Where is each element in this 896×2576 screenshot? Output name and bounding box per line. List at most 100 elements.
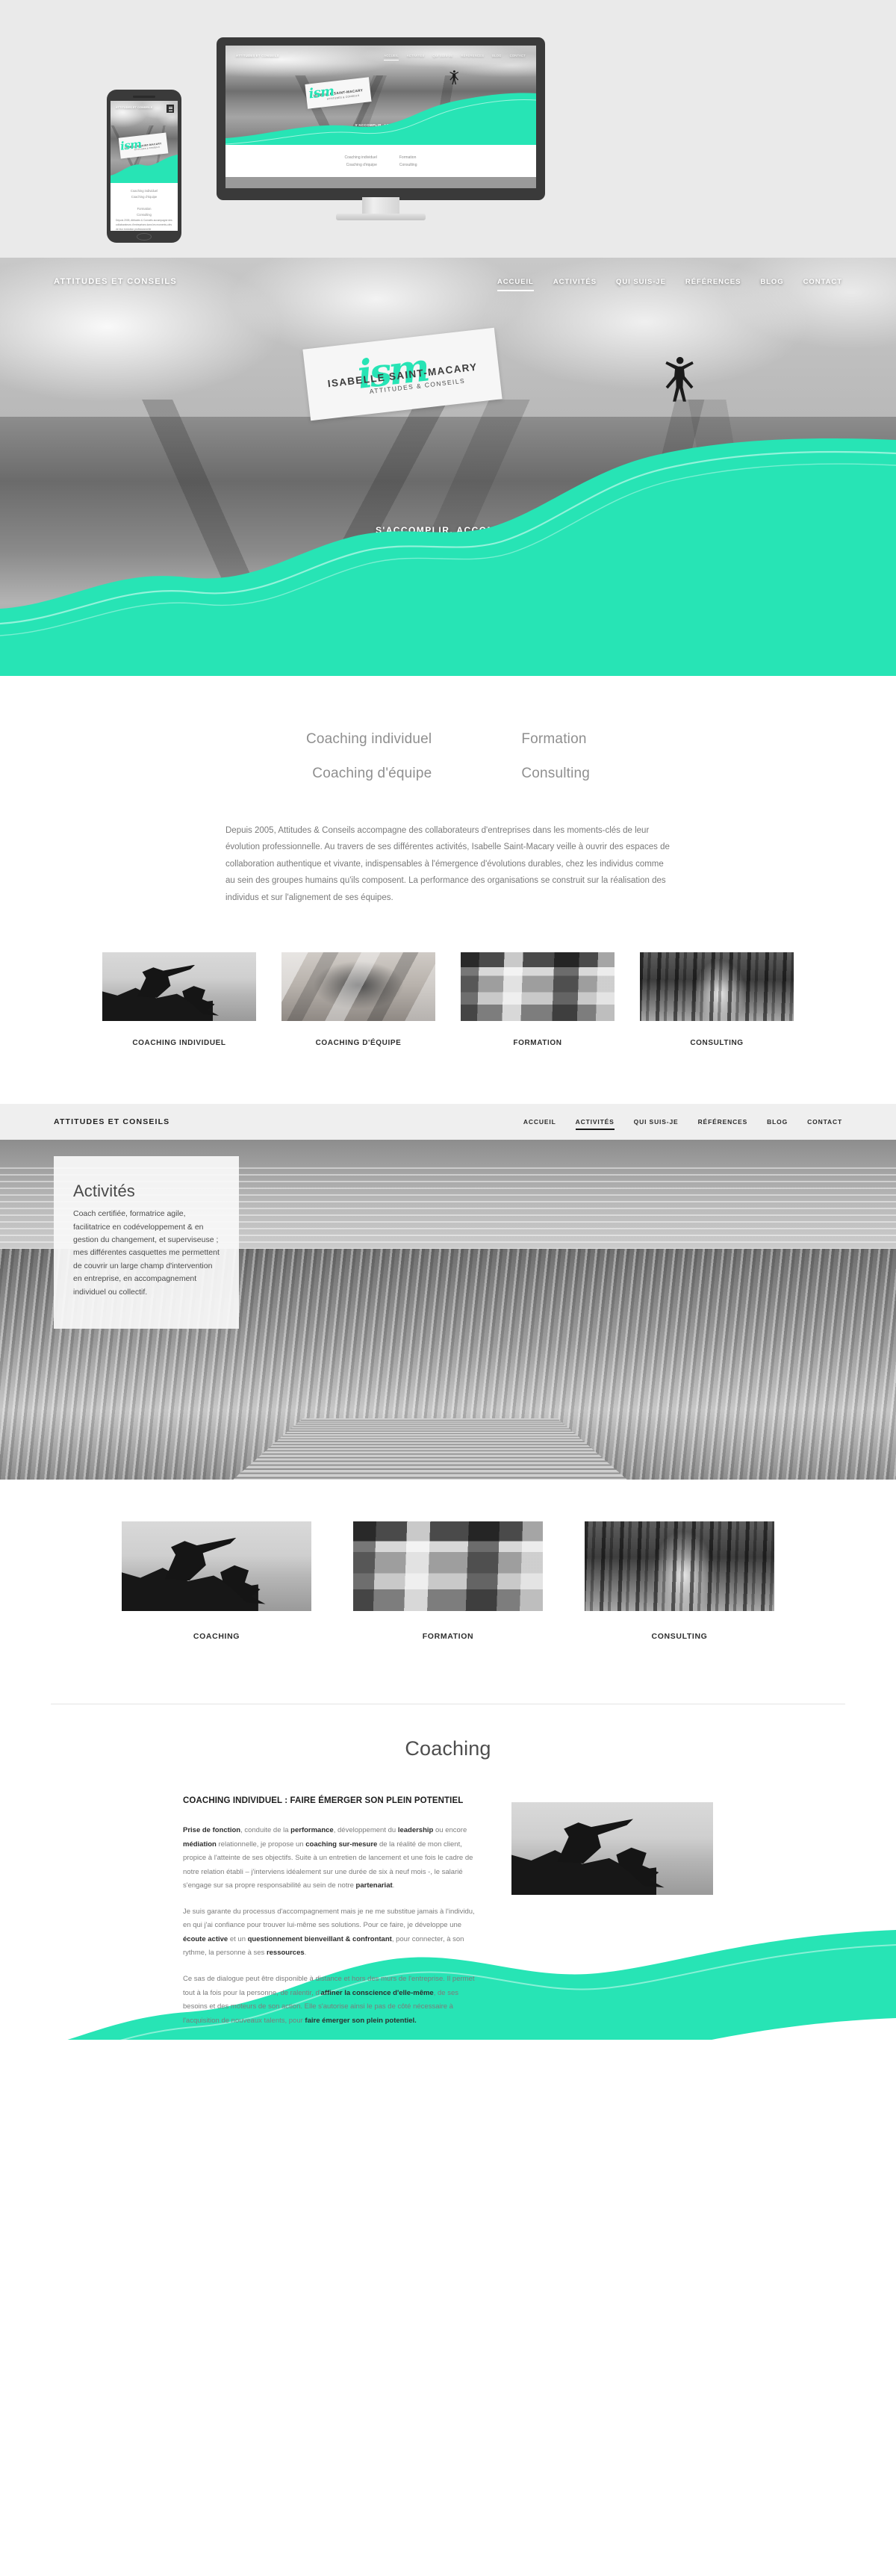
hero-teal-brush-wave (0, 438, 896, 676)
card-caption: COACHING INDIVIDUEL (132, 1039, 226, 1048)
activites-body: Coach certifiée, formatrice agile, facil… (73, 1209, 220, 1297)
desktop-monitor-mockup: ATTITUDES ET CONSEILS ACCUEIL ACTIVITÉS … (217, 37, 545, 226)
coaching-heading: COACHING INDIVIDUEL : FAIRE ÉMERGER SON … (183, 1796, 464, 1806)
mini-desktop-navbar: ATTITUDES ET CONSEILS ACCUEIL ACTIVITÉS … (225, 46, 536, 60)
mobile-phone-mockup: ATTITUDES ET CONSEILS ism ISABELLE SAINT… (107, 90, 181, 243)
mini-mobile-service-consulting[interactable]: Consulting (137, 212, 152, 218)
card3-consulting[interactable]: CONSULTING (585, 1521, 774, 1641)
hamburger-menu-icon[interactable] (167, 105, 174, 113)
coaching-photo-climbers (511, 1802, 713, 1896)
act-nav-item-blog[interactable]: BLOG (767, 1118, 788, 1126)
coaching-paragraph-2: Je suis garante du processus d'accompagn… (183, 1907, 475, 1958)
card-caption: FORMATION (513, 1039, 562, 1048)
nav-item-contact[interactable]: CONTACT (803, 278, 842, 286)
mini-nav-item-references[interactable]: RÉFÉRENCES (461, 54, 484, 58)
mini-service-consulting[interactable]: Consulting (399, 162, 417, 170)
monitor-screen: ATTITUDES ET CONSEILS ACCUEIL ACTIVITÉS … (225, 46, 536, 188)
mini-mobile-service-coaching-individuel[interactable]: Coaching individuel (131, 188, 158, 194)
coaching-body-wrapper: COACHING INDIVIDUEL : FAIRE ÉMERGER SON … (0, 1760, 896, 2040)
mini-service-coaching-individuel[interactable]: Coaching individuel (344, 155, 376, 162)
mini-mobile-hero: ATTITUDES ET CONSEILS ism ISABELLE SAINT… (111, 101, 178, 183)
mini-brand-label: ATTITUDES ET CONSEILS (236, 54, 279, 58)
service-link-consulting[interactable]: Consulting (521, 766, 590, 782)
nav-item-blog[interactable]: BLOG (760, 278, 783, 286)
service-link-coaching-equipe[interactable]: Coaching d'équipe (306, 766, 432, 782)
card3-coaching[interactable]: COACHING (122, 1521, 311, 1641)
activites-cards-grid: COACHING FORMATION CONSULTING (0, 1480, 896, 1672)
coaching-page-title: Coaching (405, 1737, 491, 1760)
card3-formation[interactable]: FORMATION (353, 1521, 543, 1641)
card-coaching-equipe[interactable]: COACHING D'ÉQUIPE (281, 952, 435, 1047)
nav-item-references[interactable]: RÉFÉRENCES (685, 278, 741, 286)
card3-thumbnail-workshop (353, 1521, 543, 1612)
hero-section: ATTITUDES ET CONSEILS ACCUEIL ACTIVITÉS … (0, 258, 896, 676)
mini-nav-item-blog[interactable]: BLOG (492, 54, 501, 58)
nav-item-accueil[interactable]: ACCUEIL (497, 278, 534, 291)
mini-nav-item-accueil[interactable]: ACCUEIL (384, 54, 399, 60)
mini-service-coaching-equipe[interactable]: Coaching d'équipe (344, 162, 377, 170)
phone-speaker-grill (133, 96, 155, 98)
card-thumbnail-workshop (461, 952, 615, 1022)
activites-section: ATTITUDES ET CONSEILS ACCUEIL ACTIVITÉS … (0, 1104, 896, 1480)
mini-mobile-service-formation[interactable]: Formation (137, 206, 152, 212)
card-formation[interactable]: FORMATION (461, 952, 615, 1047)
monitor-stand-base (336, 214, 426, 220)
device-mockup-section: ATTITUDES ET CONSEILS ACCUEIL ACTIVITÉS … (0, 0, 896, 258)
mini-services-block: Coaching individuel Coaching d'équipe Fo… (225, 145, 536, 177)
hero-navbar: ATTITUDES ET CONSEILS ACCUEIL ACTIVITÉS … (0, 258, 896, 291)
intro-paragraph: Depuis 2005, Attitudes & Conseils accomp… (225, 826, 670, 902)
mini-nav-item-contact[interactable]: CONTACT (510, 54, 526, 58)
phone-screen: ATTITUDES ET CONSEILS ism ISABELLE SAINT… (111, 101, 178, 231)
hero-climber-silhouette-icon (665, 356, 694, 402)
mini-mobile-logo-script: ism (119, 137, 143, 154)
intro-paragraph-wrapper: Depuis 2005, Attitudes & Conseils accomp… (0, 782, 896, 907)
services-cards-grid: COACHING INDIVIDUEL COACHING D'ÉQUIPE FO… (0, 906, 896, 1105)
nav-item-activites[interactable]: ACTIVITÉS (553, 278, 597, 286)
coaching-image-column (511, 1795, 713, 2040)
card3-thumbnail-forest (585, 1521, 774, 1612)
hero-brand-label: ATTITUDES ET CONSEILS (54, 277, 178, 286)
act-nav-item-activites[interactable]: ACTIVITÉS (575, 1118, 615, 1131)
mini-services-right-col: Formation Consulting (399, 155, 417, 169)
act-nav-item-qui-suis-je[interactable]: QUI SUIS-JE (634, 1118, 679, 1126)
service-link-coaching-individuel[interactable]: Coaching individuel (306, 731, 432, 748)
mini-nav-item-activites[interactable]: ACTIVITÉS (407, 54, 425, 58)
mini-service-formation[interactable]: Formation (399, 155, 417, 162)
card-coaching-individuel[interactable]: COACHING INDIVIDUEL (102, 952, 256, 1047)
card3-caption: COACHING (193, 1632, 240, 1642)
mini-logo-script: ism (308, 83, 335, 102)
monitor-bezel: ATTITUDES ET CONSEILS ACCUEIL ACTIVITÉS … (217, 37, 545, 200)
section-divider-wrapper (0, 1671, 896, 1705)
coaching-paragraph-1: Prise de fonction, conduite de la perfor… (183, 1826, 473, 1890)
mini-nav-menu[interactable]: ACCUEIL ACTIVITÉS QUI SUIS-JE RÉFÉRENCES… (384, 54, 526, 60)
activites-nav-menu[interactable]: ACCUEIL ACTIVITÉS QUI SUIS-JE RÉFÉRENCES… (523, 1118, 842, 1131)
services-links-section: Coaching individuel Coaching d'équipe Fo… (0, 676, 896, 782)
mini-mobile-services-top: Coaching individuel Coaching d'équipe (131, 188, 158, 201)
act-nav-item-accueil[interactable]: ACCUEIL (523, 1118, 556, 1126)
mini-mobile-service-coaching-equipe[interactable]: Coaching d'équipe (131, 194, 158, 200)
card-caption: COACHING D'ÉQUIPE (315, 1039, 402, 1048)
hero-nav-menu[interactable]: ACCUEIL ACTIVITÉS QUI SUIS-JE RÉFÉRENCES… (497, 278, 842, 291)
card3-caption: FORMATION (422, 1632, 474, 1642)
card-caption: CONSULTING (690, 1039, 744, 1048)
climber-silhouette-icon (449, 70, 459, 84)
mountain-background-image (225, 46, 536, 145)
mini-nav-item-qui-suis-je[interactable]: QUI SUIS-JE (432, 54, 452, 58)
mini-desktop-hero: ATTITUDES ET CONSEILS ACCUEIL ACTIVITÉS … (225, 46, 536, 145)
service-link-formation[interactable]: Formation (521, 731, 590, 748)
mini-services-left-col: Coaching individuel Coaching d'équipe (344, 155, 376, 169)
card-thumbnail-hands (281, 952, 435, 1022)
card-consulting[interactable]: CONSULTING (640, 952, 794, 1047)
nav-item-qui-suis-je[interactable]: QUI SUIS-JE (616, 278, 666, 286)
services-right-column: Formation Consulting (521, 731, 590, 782)
mini-mobile-tagline: S'ACCOMPLIR, ACCOMPLIR (122, 170, 166, 173)
act-nav-item-contact[interactable]: CONTACT (807, 1118, 842, 1126)
card3-thumbnail-climbers (122, 1521, 311, 1612)
activites-text-card: Activités Coach certifiée, formatrice ag… (54, 1156, 239, 1329)
coaching-text-column: COACHING INDIVIDUEL : FAIRE ÉMERGER SON … (183, 1795, 482, 2040)
act-nav-item-references[interactable]: RÉFÉRENCES (698, 1118, 748, 1126)
phone-home-button[interactable] (137, 233, 152, 240)
coaching-section: Coaching COACHING INDIVIDUEL : FAIRE ÉME… (0, 1704, 896, 2040)
coaching-paragraph-3: Ce sas de dialogue peut être disponible … (183, 1975, 475, 2025)
card-thumbnail-climbers (102, 952, 256, 1022)
